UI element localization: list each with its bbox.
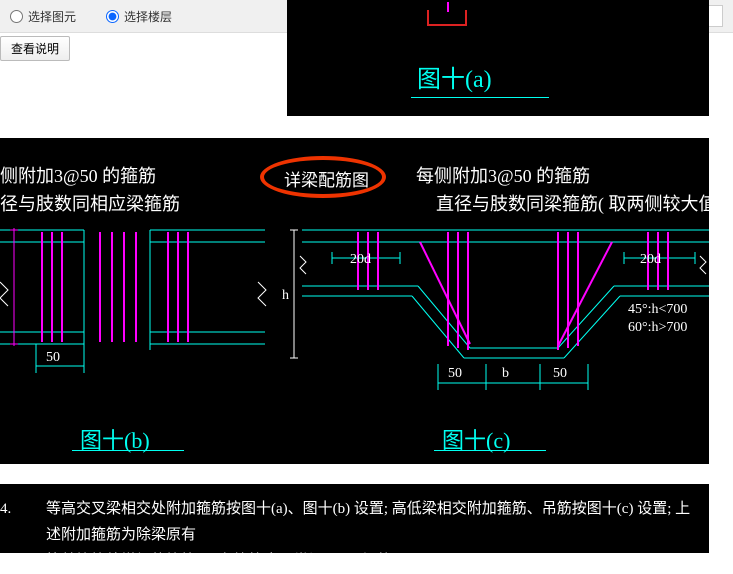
figure-underline-c — [434, 450, 546, 451]
red-bracket-icon — [427, 10, 467, 26]
dim-h: h — [282, 288, 289, 304]
angle-note-1: 45°:h<700 — [628, 302, 687, 318]
text-right-line2: 直径与肢数同梁箍筋( 取两侧较大值) — [436, 190, 723, 216]
angle-note-2: 60°:h>700 — [628, 320, 687, 336]
figure-underline-b — [72, 450, 184, 451]
help-button[interactable]: 查看说明 — [0, 36, 70, 61]
dim-50-right: 50 — [553, 366, 567, 382]
dim-50-center: 50 — [448, 366, 462, 382]
radio-select-element[interactable]: 选择图元 — [10, 8, 76, 25]
text-right-line1: 每侧附加3@50 的箍筋 — [416, 162, 590, 188]
figure-label-a: 图十(a) — [417, 59, 492, 94]
dim-20d-right: 20d — [640, 252, 661, 268]
text-left-line1: 侧附加3@50 的箍筋 — [0, 162, 156, 188]
radio-label: 选择图元 — [28, 8, 76, 25]
radio-label: 选择楼层 — [124, 8, 172, 25]
note-number: 4. — [0, 496, 11, 522]
red-highlight-ellipse — [260, 156, 386, 198]
cad-note-strip: 4. 等高交叉梁相交处附加箍筋按图十(a)、图十(b) 设置; 高低梁相交附加箍… — [0, 484, 709, 553]
cad-viewport-main: 侧附加3@50 的箍筋 径与肢数同相应梁箍筋 每侧附加3@50 的箍筋 直径与肢… — [0, 138, 709, 464]
radio-select-floor[interactable]: 选择楼层 — [106, 8, 172, 25]
radio-select-element-input[interactable] — [10, 10, 23, 23]
dim-b: b — [502, 366, 509, 382]
note-line1: 等高交叉梁相交处附加箍筋按图十(a)、图十(b) 设置; 高低梁相交附加箍筋、吊… — [46, 496, 705, 548]
note-line2: 抗剪箍筋外增加的箍筋, 原有箍筋应照常设置, 不得共用。 — [46, 548, 705, 574]
text-left-line2: 径与肢数同相应梁箍筋 — [0, 190, 180, 216]
figure-underline — [411, 97, 549, 98]
radio-select-floor-input[interactable] — [106, 10, 119, 23]
dim-50-left: 50 — [46, 350, 60, 366]
cad-viewport-top: 图十(a) — [287, 0, 709, 116]
dim-20d-left: 20d — [350, 252, 371, 268]
